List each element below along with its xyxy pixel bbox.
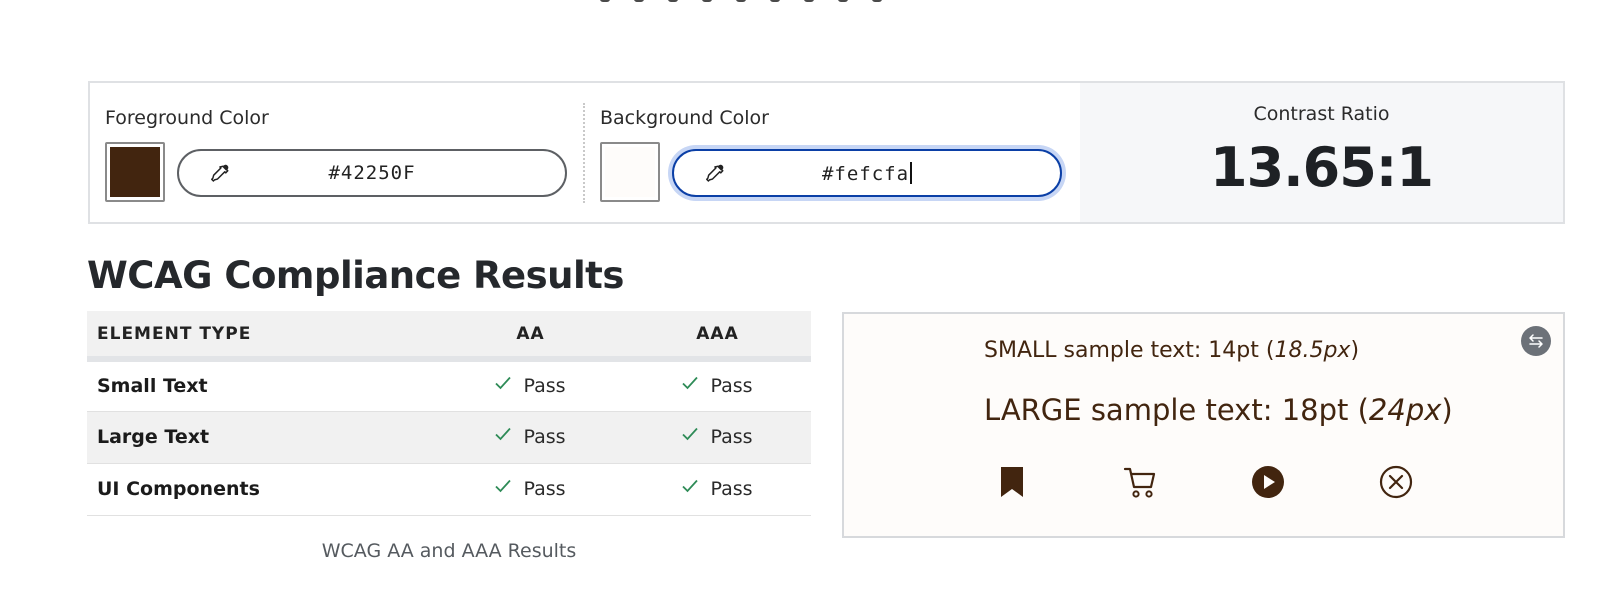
foreground-swatch[interactable] [105, 142, 165, 202]
check-icon [682, 479, 699, 493]
table-row: UI Components Pass Pass [87, 463, 811, 516]
contrast-ratio-value: 13.65:1 [1210, 136, 1434, 199]
background-swatch[interactable] [600, 142, 660, 202]
row-element-type: Small Text [87, 359, 437, 412]
cart-icon [1123, 467, 1156, 498]
table-row: Large Text Pass Pass [87, 411, 811, 464]
check-icon [682, 427, 699, 441]
check-icon [495, 479, 512, 493]
bookmark-icon [1001, 467, 1023, 497]
aaa-result-text: Pass [710, 375, 753, 398]
aaa-result-text: Pass [710, 478, 753, 500]
contrast-ratio-label: Contrast Ratio [1253, 103, 1390, 125]
close-circle-icon [1379, 465, 1413, 499]
sample-large-prefix: LARGE sample text: 18pt ( [984, 393, 1369, 427]
aa-result: Pass [437, 411, 624, 464]
sample-small-text: SMALL sample text: 14pt (18.5px) [984, 338, 1359, 363]
aa-result-text: Pass [523, 375, 566, 398]
check-icon [495, 377, 512, 390]
header-aa: AA [437, 311, 624, 362]
foreground-color-label: Foreground Color [105, 107, 269, 129]
background-color-section: Background Color #fefcfa [585, 83, 1080, 222]
row-element-type: UI Components [87, 463, 437, 516]
aaa-result-text: Pass [710, 426, 753, 448]
header-aaa: AAA [624, 311, 811, 362]
sample-large-suffix: ) [1441, 393, 1453, 427]
wcag-results-table: ELEMENT TYPE AA AAA Small Text Pass Pass… [87, 311, 811, 516]
foreground-hex-input[interactable]: #42250F [177, 149, 567, 197]
play-icon [1252, 466, 1284, 498]
aaa-result: Pass [624, 411, 811, 464]
swap-colors-button[interactable] [1521, 326, 1551, 356]
row-element-type: Large Text [87, 411, 437, 464]
background-hex-value[interactable]: #fefcfa [822, 163, 909, 185]
table-header-row: ELEMENT TYPE AA AAA [87, 311, 811, 362]
sample-large-text: LARGE sample text: 18pt (24px) [984, 393, 1453, 427]
aaa-result: Pass [624, 359, 811, 412]
foreground-color-section: Foreground Color #42250F [90, 83, 583, 222]
sample-icons [994, 464, 1414, 500]
results-caption: WCAG AA and AAA Results [321, 540, 577, 562]
header-element-type: ELEMENT TYPE [87, 311, 437, 362]
swap-icon [1529, 334, 1543, 348]
clipped-subtitle [600, 0, 920, 2]
foreground-hex-value[interactable]: #42250F [179, 162, 565, 184]
sample-small-suffix: ) [1350, 338, 1360, 363]
check-icon [682, 377, 699, 390]
aa-result: Pass [437, 359, 624, 412]
background-hex-value-wrap[interactable]: #fefcfa [674, 162, 1060, 185]
sample-small-px: 18.5px [1274, 338, 1351, 363]
sample-preview-panel: SMALL sample text: 14pt (18.5px) LARGE s… [842, 312, 1565, 538]
background-hex-input[interactable]: #fefcfa [672, 149, 1062, 197]
aa-result: Pass [437, 463, 624, 516]
results-title: WCAG Compliance Results [87, 254, 624, 297]
aa-result-text: Pass [523, 426, 566, 448]
color-picker-panel: Foreground Color #42250F Background Colo… [88, 81, 1565, 224]
sample-small-prefix: SMALL sample text: 14pt ( [984, 338, 1275, 363]
sample-large-px: 24px [1368, 393, 1442, 427]
aaa-result: Pass [624, 463, 811, 516]
table-row: Small Text Pass Pass [87, 359, 811, 412]
contrast-ratio-panel: Contrast Ratio 13.65:1 [1080, 83, 1563, 222]
aa-result-text: Pass [523, 478, 566, 500]
check-icon [495, 427, 512, 441]
text-caret [910, 162, 913, 184]
background-color-label: Background Color [600, 107, 769, 129]
